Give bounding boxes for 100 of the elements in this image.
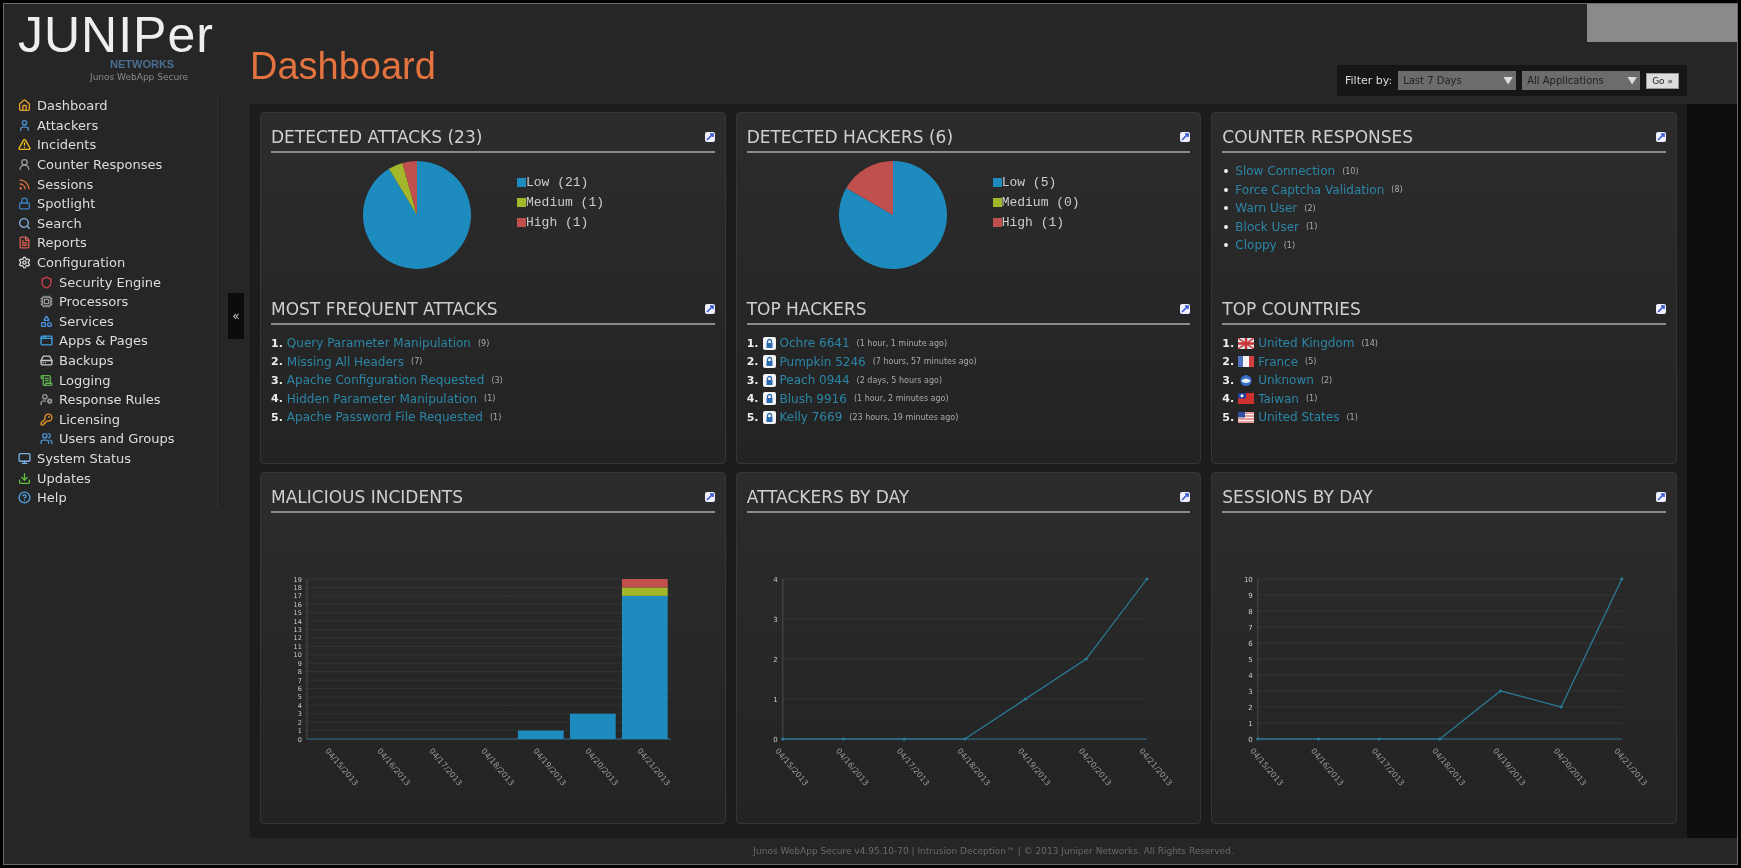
item-link[interactable]: Kelly 7669 bbox=[779, 410, 843, 425]
panel-title: DETECTED HACKERS (6) bbox=[746, 127, 954, 147]
count-label: (5) bbox=[1305, 357, 1317, 367]
nav-item[interactable]: Spotlight bbox=[18, 193, 217, 214]
nav-item[interactable]: Services bbox=[18, 311, 217, 332]
expand-icon[interactable] bbox=[704, 492, 715, 502]
expand-icon[interactable] bbox=[1180, 304, 1191, 314]
data-point bbox=[1084, 657, 1088, 661]
nav-label: Users and Groups bbox=[59, 431, 175, 447]
go-button[interactable]: Go » bbox=[1646, 72, 1679, 89]
item-link[interactable]: United States bbox=[1258, 410, 1340, 425]
nav-item[interactable]: Apps & Pages bbox=[18, 331, 217, 351]
bar bbox=[621, 579, 668, 588]
nav-item[interactable]: Reports bbox=[18, 233, 217, 253]
nav-item[interactable]: Logging bbox=[18, 370, 217, 390]
chip-icon bbox=[40, 295, 53, 309]
nav-label: Incidents bbox=[37, 137, 97, 153]
person-icon bbox=[18, 158, 31, 172]
nav-item[interactable]: Users and Groups bbox=[18, 429, 217, 449]
item-link[interactable]: Apache Configuration Requested bbox=[286, 373, 485, 388]
item-link[interactable]: Pumpkin 5246 bbox=[779, 354, 866, 369]
rank-number: 1. bbox=[271, 336, 283, 350]
nav-item[interactable]: Dashboard bbox=[18, 96, 217, 116]
warning-icon bbox=[18, 138, 31, 152]
flag-icon bbox=[1238, 393, 1255, 405]
count-label: (10) bbox=[1342, 166, 1359, 176]
nav-label: Backups bbox=[59, 353, 114, 368]
nav-item[interactable]: Sessions bbox=[18, 174, 217, 194]
caret-icon bbox=[1627, 76, 1638, 85]
nav-item[interactable]: Backups bbox=[18, 350, 217, 371]
nav-item[interactable]: Attackers bbox=[18, 115, 217, 136]
item-link[interactable]: Warn User bbox=[1235, 201, 1298, 216]
shield-icon bbox=[40, 275, 53, 289]
nav-label: Spotlight bbox=[37, 196, 96, 212]
item-link[interactable]: France bbox=[1258, 354, 1299, 369]
nav-item[interactable]: Response Rules bbox=[18, 389, 217, 410]
bar bbox=[569, 713, 616, 739]
count-label: (7 hours, 57 minutes ago) bbox=[872, 357, 977, 367]
count-label: (1) bbox=[484, 394, 496, 404]
item-link[interactable]: Taiwan bbox=[1258, 391, 1299, 406]
settings-icon bbox=[18, 256, 31, 270]
signal-icon bbox=[18, 177, 31, 191]
nav-label: Attackers bbox=[37, 117, 99, 133]
nav-item[interactable]: Licensing bbox=[18, 409, 217, 430]
data-point bbox=[780, 737, 785, 741]
item-link[interactable]: Block User bbox=[1235, 219, 1299, 234]
data-point bbox=[1317, 737, 1321, 741]
collapse-button[interactable]: « bbox=[228, 293, 244, 339]
count-label: (2) bbox=[1320, 375, 1333, 385]
nav-label: Help bbox=[37, 490, 67, 506]
bullet-icon bbox=[1224, 224, 1229, 229]
nav-label: Services bbox=[59, 313, 114, 329]
expand-icon[interactable] bbox=[1180, 492, 1191, 502]
rank-number: 2. bbox=[746, 355, 759, 369]
nav-item[interactable]: Configuration bbox=[18, 252, 217, 273]
item-link[interactable]: Ochre 6641 bbox=[779, 336, 850, 351]
item-link[interactable]: Slow Connection bbox=[1235, 164, 1336, 179]
panel-title: TOP HACKERS bbox=[746, 299, 867, 319]
nav-item[interactable]: System Status bbox=[18, 448, 217, 469]
nav-item[interactable]: Incidents bbox=[18, 135, 217, 155]
nav-label: Search bbox=[37, 215, 82, 231]
legend-label: Low (21) bbox=[526, 175, 589, 190]
rank-number: 3. bbox=[1222, 373, 1235, 387]
product-name: Junos WebApp Secure bbox=[88, 72, 190, 82]
panel-title: ATTACKERS BY DAY bbox=[746, 487, 910, 507]
item-link[interactable]: Blush 9916 bbox=[779, 391, 847, 406]
nav-item[interactable]: Search bbox=[18, 213, 217, 234]
nav-item[interactable]: Updates bbox=[18, 468, 217, 488]
expand-icon[interactable] bbox=[1180, 132, 1191, 142]
item-link[interactable]: Apache Password File Requested bbox=[286, 410, 483, 425]
item-link[interactable]: Query Parameter Manipulation bbox=[286, 336, 471, 351]
panel-title: DETECTED ATTACKS (23) bbox=[271, 127, 483, 147]
expand-icon[interactable] bbox=[704, 304, 715, 314]
item-link[interactable]: Cloppy bbox=[1235, 238, 1277, 253]
panel-title: MOST FREQUENT ATTACKS bbox=[271, 299, 498, 319]
nav-label: Configuration bbox=[37, 255, 126, 271]
nav-item[interactable]: Security Engine bbox=[18, 272, 217, 292]
rank-number: 4. bbox=[271, 392, 283, 406]
count-label: (2) bbox=[1304, 203, 1316, 213]
nav-label: Apps & Pages bbox=[59, 333, 148, 349]
drive-icon bbox=[40, 354, 53, 367]
item-link[interactable]: Hidden Parameter Manipulation bbox=[286, 391, 478, 406]
house-icon bbox=[18, 99, 31, 113]
count-label: (1) bbox=[1346, 412, 1358, 422]
nav-item[interactable]: Processors bbox=[18, 291, 217, 312]
item-link[interactable]: Peach 0944 bbox=[779, 373, 850, 388]
item-link[interactable]: Unknown bbox=[1258, 373, 1314, 388]
expand-icon[interactable] bbox=[704, 132, 715, 142]
nav-label: Sessions bbox=[37, 176, 94, 192]
nav-label: Logging bbox=[59, 372, 111, 388]
count-label: (1 hour, 1 minute ago) bbox=[856, 338, 948, 348]
nav-label: Response Rules bbox=[59, 392, 161, 408]
lock-icon bbox=[762, 373, 776, 387]
item-link[interactable]: United Kingdom bbox=[1258, 336, 1355, 351]
legend-label: Low (5) bbox=[1001, 175, 1057, 190]
nav-item[interactable]: Counter Responses bbox=[18, 154, 217, 175]
item-link[interactable]: Missing All Headers bbox=[286, 354, 405, 369]
nav-item[interactable]: Help bbox=[18, 487, 217, 508]
item-link[interactable]: Force Captcha Validation bbox=[1235, 182, 1385, 197]
rank-number: 3. bbox=[271, 373, 283, 387]
